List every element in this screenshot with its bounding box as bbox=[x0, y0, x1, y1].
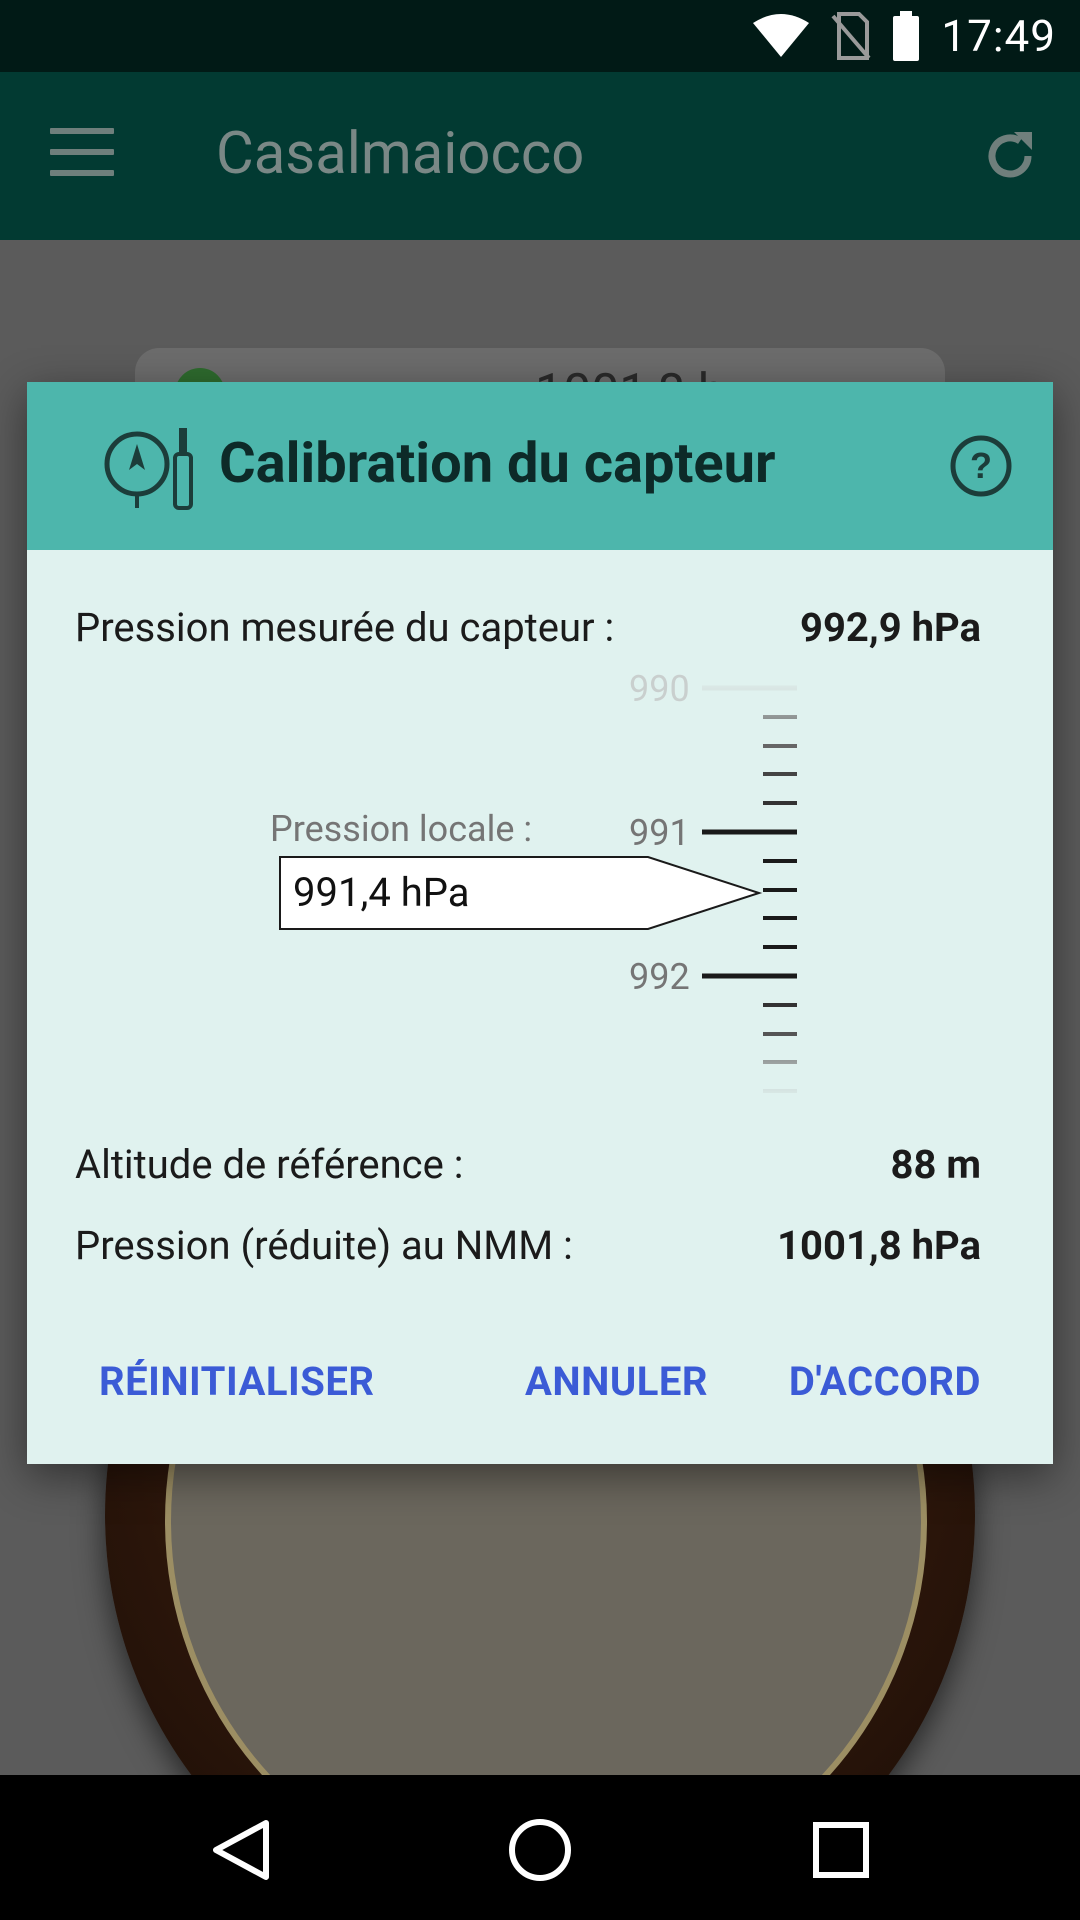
ok-button[interactable]: D'ACCORD bbox=[789, 1358, 981, 1405]
scale-label-992: 992 bbox=[629, 956, 690, 998]
reset-button[interactable]: RÉINITIALISER bbox=[99, 1358, 374, 1405]
status-icons: 17:49 bbox=[751, 10, 1056, 62]
navigation-bar bbox=[0, 1775, 1080, 1920]
wifi-icon bbox=[753, 14, 810, 57]
screen: 17:49 Casalmaiocco 1001,8 h bbox=[0, 0, 1080, 1920]
refresh-icon[interactable] bbox=[980, 126, 1040, 186]
menu-icon[interactable] bbox=[50, 128, 114, 184]
reference-altitude-label: Altitude de référence : bbox=[75, 1141, 464, 1188]
back-icon[interactable] bbox=[206, 1815, 276, 1885]
status-time: 17:49 bbox=[941, 10, 1056, 62]
scale-label-990: 990 bbox=[629, 668, 690, 710]
battery-icon bbox=[893, 11, 920, 61]
cancel-button[interactable]: ANNULER bbox=[525, 1358, 708, 1405]
status-bar: 17:49 bbox=[0, 0, 1080, 72]
sea-level-pressure-label: Pression (réduite) au NMM : bbox=[75, 1222, 573, 1269]
calibration-dialog: Calibration du capteur ? Pression mesuré… bbox=[27, 382, 1053, 1464]
app-bar: Casalmaiocco bbox=[0, 72, 1080, 240]
home-icon[interactable] bbox=[505, 1815, 575, 1885]
reference-altitude-value: 88 m bbox=[890, 1141, 982, 1188]
recents-icon[interactable] bbox=[806, 1815, 876, 1885]
scale-label-991: 991 bbox=[629, 812, 690, 854]
minor-ticks bbox=[763, 715, 797, 1093]
sea-level-pressure-value: 1001,8 hPa bbox=[777, 1222, 981, 1269]
local-pressure-label: Pression locale : bbox=[270, 808, 533, 850]
no-sim-icon bbox=[831, 12, 871, 60]
app-title: Casalmaiocco bbox=[216, 120, 585, 188]
local-pressure-value[interactable]: 991,4 hPa bbox=[293, 869, 470, 916]
pressure-scale[interactable] bbox=[27, 382, 1053, 1464]
